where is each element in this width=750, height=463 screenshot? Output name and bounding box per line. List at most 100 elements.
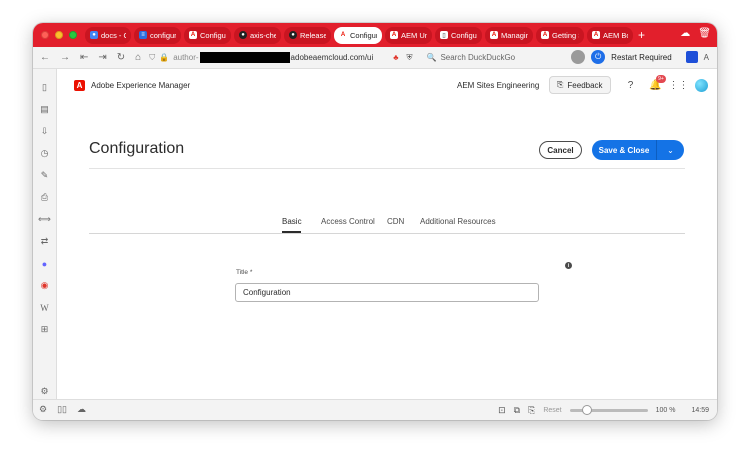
aem-header: A Adobe Experience Manager: [58, 69, 717, 102]
translate-icon[interactable]: ⟺: [38, 214, 51, 225]
user-avatar[interactable]: [695, 79, 708, 92]
product-name[interactable]: Adobe Experience Manager: [91, 81, 190, 90]
tab-additional-resources[interactable]: Additional Resources: [420, 217, 496, 226]
org-switcher[interactable]: AEM Sites Engineering: [457, 81, 539, 90]
github-icon: ●: [239, 31, 247, 39]
zoom-slider[interactable]: [569, 405, 648, 415]
zoom-level: 100 %: [655, 407, 676, 414]
tab-label: Configur: [451, 30, 477, 40]
search-placeholder: Search DuckDuckGo: [440, 53, 516, 62]
rewind-icon[interactable]: ⇤: [80, 52, 88, 63]
bookmark-icon[interactable]: ⛨: [406, 53, 412, 63]
browser-tab[interactable]: AManaging: [485, 26, 533, 44]
info-icon[interactable]: i: [565, 262, 572, 269]
capture-icon[interactable]: ⊡: [498, 405, 506, 416]
toolbar-right: ⏻ Restart Required A: [571, 50, 709, 64]
browser-tab[interactable]: ▯ Configur: [435, 26, 482, 44]
status-bar-left: ⚙ ▯▯ ☁: [39, 404, 86, 415]
power-icon[interactable]: ⏻: [591, 50, 606, 64]
adobe-logo-icon[interactable]: A: [74, 80, 85, 91]
add-panel-icon[interactable]: ⊞: [39, 324, 50, 335]
settings-icon[interactable]: ⚙: [39, 404, 47, 415]
browser-tab-active[interactable]: A Configur: [334, 26, 382, 44]
extension-icon[interactable]: ♣: [393, 53, 398, 62]
trash-icon[interactable]: 🗑: [698, 28, 711, 39]
browser-tab[interactable]: ●axis-chec: [234, 26, 281, 44]
browser-tab[interactable]: AAEM Boil: [587, 26, 633, 44]
document-icon: ▯: [440, 31, 448, 39]
browser-tab[interactable]: AGetting S: [536, 26, 584, 44]
google-docs-icon: ●: [90, 31, 98, 39]
zoom-reset-button[interactable]: Reset: [543, 407, 561, 414]
address-bar[interactable]: ⛉ 🔒 author- adobeaemcloud.com/ui: [149, 50, 381, 66]
tile-icon[interactable]: ⧉: [514, 405, 520, 416]
bookmarks-icon[interactable]: ▯: [39, 82, 50, 93]
zoom-slider-knob[interactable]: [581, 405, 592, 415]
print-icon[interactable]: ⎙: [39, 192, 50, 203]
tab-access-control[interactable]: Access Control: [321, 217, 375, 226]
search-field[interactable]: 🔍 Search DuckDuckGo: [426, 53, 546, 62]
browser-window: ●docs - G ≡configura AConfigur ●axis-che…: [33, 23, 717, 420]
browser-tab[interactable]: AAEM Uni: [385, 26, 432, 44]
window-controls: [41, 31, 77, 39]
extension-a-icon[interactable]: A: [704, 53, 709, 62]
help-icon[interactable]: ?: [624, 79, 637, 92]
sync-icon[interactable]: ⇄: [39, 236, 50, 247]
browser-tab[interactable]: A Configur: [184, 26, 231, 44]
profile-avatar[interactable]: [571, 50, 586, 64]
document-icon: ≡: [139, 31, 147, 39]
settings-icon[interactable]: ⚙: [39, 386, 50, 397]
cancel-button[interactable]: Cancel: [539, 141, 582, 159]
mastodon-icon[interactable]: ●: [39, 258, 50, 269]
minimize-window-button[interactable]: [55, 31, 63, 39]
divider: [89, 168, 685, 169]
password-manager-icon[interactable]: [685, 51, 698, 63]
title-input[interactable]: Configuration: [235, 283, 539, 302]
close-window-button[interactable]: [41, 31, 49, 39]
tab-label: AEM Boil: [603, 30, 628, 40]
forward-arrow-icon[interactable]: →: [60, 52, 70, 63]
feedback-label: Feedback: [567, 80, 603, 90]
downloads-icon[interactable]: ⇩: [39, 126, 50, 137]
browser-toolbar: ← → ⇤ ⇥ ↻ ⌂ ⛉ 🔒 author- adobeaemcloud.co…: [33, 47, 717, 69]
save-close-button[interactable]: Save & Close: [592, 140, 656, 160]
wikipedia-icon[interactable]: W: [39, 302, 50, 313]
home-icon[interactable]: ⌂: [135, 52, 141, 63]
reading-list-icon[interactable]: ▤: [39, 104, 50, 115]
browser-tab[interactable]: ●docs - G: [85, 26, 131, 44]
page-actions-icon[interactable]: ⎘: [528, 405, 535, 416]
fast-forward-icon[interactable]: ⇥: [98, 52, 106, 63]
feedback-button[interactable]: ⎘ Feedback: [549, 76, 611, 94]
status-bar-right: ⊡ ⧉ ⎘ Reset 100 % 14:59: [498, 405, 709, 416]
panel-toggle-icon[interactable]: ▯▯: [57, 404, 67, 415]
tab-basic[interactable]: Basic: [282, 217, 302, 226]
restart-required-label[interactable]: Restart Required: [611, 53, 671, 62]
browser-tab[interactable]: ●Releases: [284, 26, 331, 44]
apps-grid-icon[interactable]: ⋮⋮: [669, 79, 689, 92]
status-bar: ⚙ ▯▯ ☁ ⊡ ⧉ ⎘ Reset 100 % 14:59: [33, 399, 717, 420]
tab-label: axis-chec: [250, 30, 276, 40]
cloud-icon[interactable]: ☁: [77, 404, 86, 415]
new-tab-button[interactable]: +: [638, 28, 645, 42]
maximize-window-button[interactable]: [69, 31, 77, 39]
tab-label: docs - G: [101, 30, 126, 40]
notes-icon[interactable]: ✎: [39, 170, 50, 181]
cloud-icon[interactable]: ☁: [680, 28, 690, 39]
reload-icon[interactable]: ↻: [117, 52, 125, 63]
vivaldi-icon[interactable]: ◉: [39, 280, 50, 291]
back-arrow-icon[interactable]: ←: [40, 52, 50, 63]
browser-tab[interactable]: ≡configura: [134, 26, 181, 44]
browser-tabs: ●docs - G ≡configura AConfigur ●axis-che…: [85, 26, 633, 44]
adobe-icon: A: [390, 31, 398, 39]
tab-strip: ●docs - G ≡configura AConfigur ●axis-che…: [33, 23, 717, 47]
feedback-icon: ⎘: [557, 80, 564, 89]
save-options-dropdown[interactable]: ⌄: [656, 140, 684, 160]
title-field-label: Title *: [236, 269, 253, 276]
redacted-url-segment: [199, 52, 290, 63]
tab-label: Releases: [300, 30, 326, 40]
tab-cdn[interactable]: CDN: [387, 217, 404, 226]
adobe-icon: A: [189, 31, 197, 39]
shield-icon: ⛉: [149, 52, 156, 62]
tab-strip-actions: ☁ 🗑: [680, 28, 711, 39]
history-icon[interactable]: ◷: [39, 148, 50, 159]
